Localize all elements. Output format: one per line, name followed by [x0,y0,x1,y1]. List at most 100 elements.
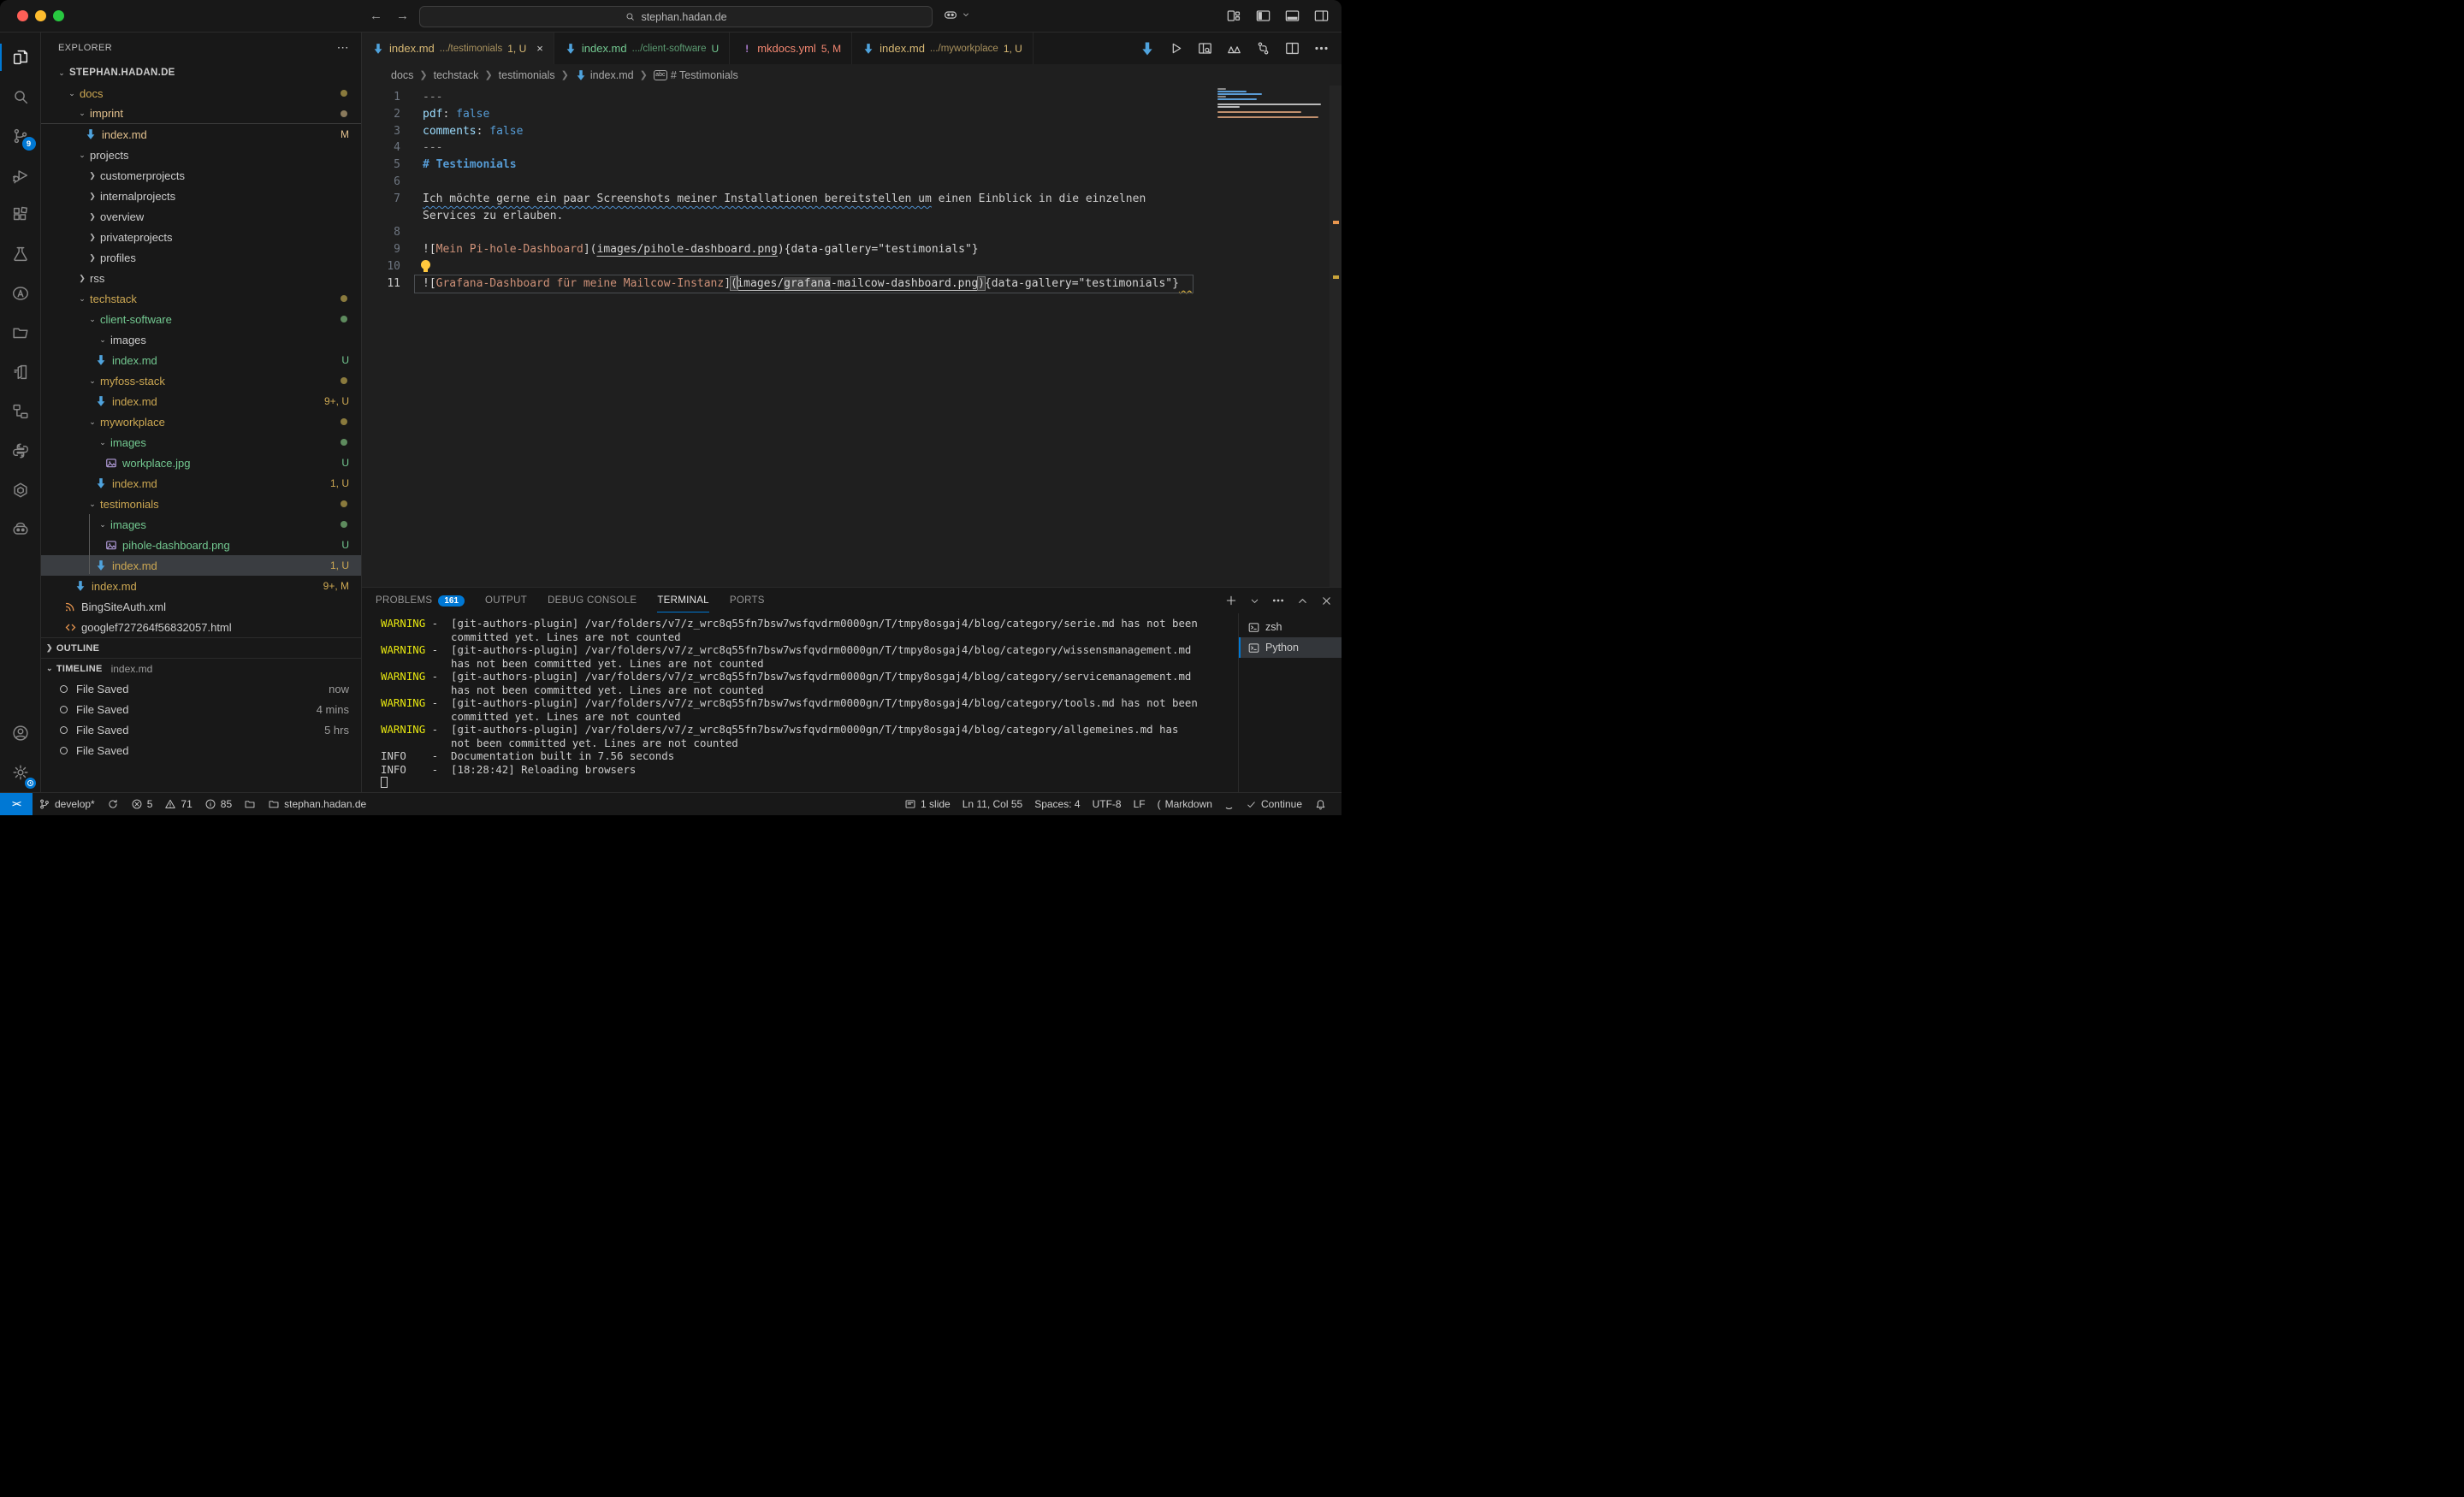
activity-python-button[interactable] [0,431,41,470]
timeline-entry[interactable]: File Saved5 hrs [41,719,361,740]
activity-flowchart-button[interactable] [0,392,41,431]
panel-tab-debug-console[interactable]: DEBUG CONSOLE [548,588,637,613]
tree-file-BingSiteAuth.xml[interactable]: BingSiteAuth.xml [41,596,361,617]
tree-file-googlef727264f56832057.html[interactable]: googlef727264f56832057.html [41,617,361,637]
more-h-icon[interactable] [1271,594,1285,607]
editor-tab-index.md-testimonials[interactable]: index.md.../testimonials1, U× [362,33,554,64]
tree-folder-rss[interactable]: ❯rss [41,268,361,288]
md-blue-arrow-icon[interactable] [1140,41,1155,56]
status-branch[interactable]: develop* [33,793,101,815]
traffic-light-minimize[interactable] [35,10,46,21]
activity-account-button[interactable] [0,713,41,753]
timeline-entry[interactable]: File Saved4 mins [41,699,361,719]
tree-file-workplace.jpg[interactable]: workplace.jpgU [41,453,361,473]
activity-run-debug-button[interactable] [0,156,41,195]
status-check[interactable]: Continue [1240,793,1308,815]
breadcrumb-item[interactable]: abc# Testimonials [654,69,738,81]
activity-extensions-button[interactable] [0,195,41,234]
tree-folder-techstack[interactable]: ⌄techstack [41,288,361,309]
tree-folder-projects[interactable]: ⌄projects [41,145,361,165]
tree-folder-profiles[interactable]: ❯profiles [41,247,361,268]
status-spinner[interactable] [1218,793,1240,815]
breadcrumb-item[interactable]: index.md [575,69,634,81]
tree-folder-STEPHAN.HADAN.DE[interactable]: ⌄STEPHAN.HADAN.DE [41,62,361,83]
activity-explorer-button[interactable] [0,38,41,77]
close-icon[interactable]: × [536,42,543,55]
tree-file-index.md[interactable]: index.mdU [41,350,361,370]
tree-folder-images[interactable]: ⌄images [41,432,361,453]
breadcrumb-item[interactable]: testimonials [499,69,555,81]
activity-copilot-chat-button[interactable] [0,510,41,549]
status-utf-8[interactable]: UTF-8 [1087,793,1128,815]
editor-tab-index.md-client-software[interactable]: index.md.../client-softwareU [554,33,730,64]
editor-tab-index.md-myworkplace[interactable]: index.md.../myworkplace1, U [852,33,1034,64]
activity-source-control-button[interactable]: 9 [0,116,41,156]
status-remote[interactable]: >< [0,793,33,815]
tree-file-index.md[interactable]: index.md9+, U [41,391,361,411]
activity-testing-button[interactable] [0,234,41,274]
copilot-menu[interactable] [943,7,971,22]
layout-panel-bottom-button[interactable] [1283,7,1300,24]
close-x-icon[interactable] [1320,595,1333,607]
tree-folder-docs[interactable]: ⌄docs [41,83,361,104]
tree-folder-customerprojects[interactable]: ❯customerprojects [41,165,361,186]
status-sync[interactable] [101,793,125,815]
breadcrumb-item[interactable]: techstack [434,69,479,81]
run-icon[interactable] [1168,40,1184,56]
tree-file-index.md[interactable]: index.md9+, M [41,576,361,596]
activity-a-circle-button[interactable] [0,274,41,313]
explorer-more-actions[interactable]: ⋯ [337,40,349,55]
status-spaces-4[interactable]: Spaces: 4 [1028,793,1086,815]
tree-folder-imprint[interactable]: ⌄imprint [41,104,361,124]
minimap[interactable] [1217,88,1321,119]
timeline-section-header[interactable]: ⌄ TIMELINE index.md [41,658,361,678]
status-lf[interactable]: LF [1128,793,1152,815]
layout-customize-button[interactable] [1225,7,1242,24]
editor-scrollbar[interactable] [1330,86,1342,587]
layout-sidebar-right-button[interactable] [1312,7,1330,24]
compare-sync-icon[interactable] [1255,40,1271,56]
outline-section-header[interactable]: ❯ OUTLINE [41,637,361,658]
more-icon[interactable] [1313,40,1330,56]
breadcrumb-item[interactable]: docs [391,69,413,81]
tree-folder-overview[interactable]: ❯overview [41,206,361,227]
forward-arrow-icon[interactable]: → [396,9,409,23]
tree-file-index.md[interactable]: index.mdM [41,124,361,145]
layout-sidebar-left-button[interactable] [1254,7,1271,24]
lightbulb-icon[interactable] [421,260,430,269]
activity-hexagon-tool-button[interactable] [0,470,41,510]
panel-tab-problems[interactable]: PROBLEMS161 [376,588,465,613]
status-bell[interactable] [1308,793,1333,815]
activity-settings-button[interactable] [0,753,41,792]
split-editor-icon[interactable] [1284,40,1300,56]
terminal-instance-zsh[interactable]: zsh [1239,617,1342,637]
status-folder-status[interactable] [238,793,262,815]
status-error-circle[interactable]: 5 [125,793,159,815]
activity-live-preview-button[interactable] [0,352,41,392]
md-preview-icon[interactable] [1226,40,1242,56]
preview-side-icon[interactable] [1197,40,1213,56]
plus-icon[interactable] [1224,594,1238,607]
timeline-entry[interactable]: File Saved [41,740,361,760]
panel-tab-output[interactable]: OUTPUT [485,588,527,613]
traffic-light-zoom[interactable] [53,10,64,21]
tree-folder-internalprojects[interactable]: ❯internalprojects [41,186,361,206]
tree-folder-client-software[interactable]: ⌄client-software [41,309,361,329]
tree-file-index.md[interactable]: index.md1, U [41,473,361,494]
status-paren[interactable]: (Markdown [1152,793,1218,815]
back-arrow-icon[interactable]: ← [370,9,382,23]
tree-folder-images[interactable]: ⌄images [41,329,361,350]
status-ln-11-col-55[interactable]: Ln 11, Col 55 [957,793,1029,815]
tree-folder-myfoss-stack[interactable]: ⌄myfoss-stack [41,370,361,391]
editor-tab-mkdocs.yml[interactable]: !mkdocs.yml5, M [730,33,852,64]
status-folder-status[interactable]: stephan.hadan.de [262,793,372,815]
traffic-light-close[interactable] [17,10,28,21]
activity-search-button[interactable] [0,77,41,116]
tree-folder-myworkplace[interactable]: ⌄myworkplace [41,411,361,432]
terminal-instance-python[interactable]: Python [1239,637,1342,658]
panel-tab-ports[interactable]: PORTS [730,588,765,613]
timeline-entry[interactable]: File Savednow [41,678,361,699]
status-info-circle[interactable]: 85 [198,793,238,815]
chevron-down-icon[interactable] [1249,595,1260,606]
status-slide[interactable]: 1 slide [898,793,957,815]
